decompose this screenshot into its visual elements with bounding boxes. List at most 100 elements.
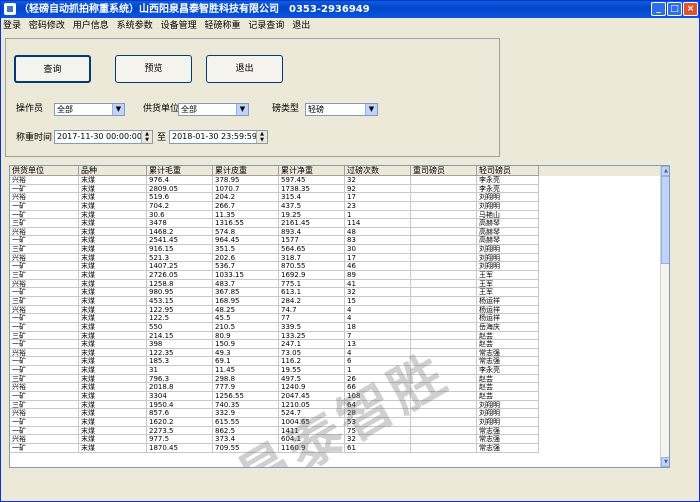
table-row[interactable]: 兴裕 末煤 521.3 202.6 318.7 17 刘翔明 <box>10 253 660 263</box>
cell-tare: 964.45 <box>213 236 279 246</box>
table-row[interactable]: 三矿 末煤 916.15 351.5 564.65 30 刘翔明 <box>10 245 660 254</box>
cell-tare: 483.7 <box>213 279 279 289</box>
menu-password[interactable]: 密码修改 <box>29 19 65 33</box>
table-row[interactable]: 一矿 末煤 2541.45 964.45 1577 83 高赫琴 <box>10 236 660 246</box>
query-button[interactable]: 查询 <box>14 55 91 83</box>
cell-count: 18 <box>345 322 411 332</box>
cell-variety: 末煤 <box>79 392 147 401</box>
menu-record-query[interactable]: 记录查询 <box>248 19 284 33</box>
time-from-picker[interactable]: 2017-11-30 00:00:00 ▲ ▼ <box>54 130 153 144</box>
scale-type-select[interactable]: 轻磅 ▼ <box>305 103 378 116</box>
scroll-thumb[interactable] <box>661 176 669 264</box>
table-row[interactable]: 一矿 末煤 2809.05 1070.7 1738.35 92 李永亮 <box>10 184 660 194</box>
preview-button[interactable]: 预览 <box>115 55 192 83</box>
table-row[interactable]: 三矿 末煤 453.15 168.95 284.2 15 杨运祥 <box>10 296 660 306</box>
cell-variety: 末煤 <box>79 193 147 202</box>
table-row[interactable]: 三矿 末煤 2726.05 1033.15 1692.9 89 王军 <box>10 271 660 280</box>
cell-gross: 2809.05 <box>147 184 213 194</box>
cell-light-operator: 高赫琴 <box>477 219 539 228</box>
results-grid[interactable]: 供货单位 品种 累计毛重 累计皮重 累计净重 过磅次数 重司磅员 轻司磅员 兴裕… <box>9 165 670 468</box>
table-row[interactable]: 一矿 末煤 122.5 45.5 77 4 杨运祥 <box>10 314 660 323</box>
col-header-supplier[interactable]: 供货单位 <box>10 166 79 176</box>
scroll-up-icon[interactable]: ▲ <box>661 166 669 176</box>
time-to-picker[interactable]: 2018-01-30 23:59:59 ▲ ▼ <box>169 130 268 144</box>
menu-login[interactable]: 登录 <box>3 19 21 33</box>
cell-variety: 末煤 <box>79 305 147 315</box>
cell-light-operator: 李永亮 <box>477 184 539 194</box>
cell-supplier: 一矿 <box>10 262 79 272</box>
scroll-down-icon[interactable]: ▼ <box>661 457 669 467</box>
exit-button[interactable]: 退出 <box>206 55 283 83</box>
maximize-button[interactable]: □ <box>667 2 682 16</box>
chevron-down-icon[interactable]: ▼ <box>112 104 124 115</box>
table-row[interactable]: 兴裕 末煤 122.95 48.25 74.7 4 杨运祥 <box>10 305 660 315</box>
table-row[interactable]: 一矿 末煤 550 210.5 339.5 18 岳海庆 <box>10 322 660 332</box>
menu-device-mgmt[interactable]: 设备管理 <box>161 19 197 33</box>
spin-updown-icon[interactable]: ▲ ▼ <box>141 131 152 143</box>
cell-variety: 末煤 <box>79 366 147 375</box>
cell-supplier: 一矿 <box>10 443 79 453</box>
table-row[interactable]: 兴裕 末煤 519.6 204.2 315.4 17 刘翔明 <box>10 193 660 202</box>
col-header-tare[interactable]: 累计皮重 <box>213 166 279 176</box>
table-row[interactable]: 兴裕 末煤 976.4 378.95 597.45 32 李永亮 <box>10 176 660 185</box>
table-row[interactable]: 三矿 末煤 3478 1316.55 2161.45 114 高赫琴 <box>10 219 660 228</box>
operator-select[interactable]: 全部 ▼ <box>54 103 125 116</box>
col-header-net[interactable]: 累计净重 <box>279 166 345 176</box>
table-row[interactable]: 兴裕 末煤 1468.2 574.8 893.4 48 高赫琴 <box>10 227 660 237</box>
table-row[interactable]: 一矿 末煤 30.6 11.35 19.25 1 马艳山 <box>10 210 660 220</box>
chevron-down-icon[interactable]: ▼ <box>236 104 248 115</box>
table-row[interactable]: 一矿 末煤 1407.25 536.7 870.55 46 刘翔明 <box>10 262 660 272</box>
supplier-select[interactable]: 全部 ▼ <box>178 103 249 116</box>
cell-supplier: 三矿 <box>10 296 79 306</box>
cell-light-operator: 马艳山 <box>477 210 539 220</box>
col-header-count[interactable]: 过磅次数 <box>345 166 411 176</box>
cell-supplier: 三矿 <box>10 400 79 410</box>
chevron-down-icon[interactable]: ▼ <box>365 104 377 115</box>
cell-supplier: 三矿 <box>10 331 79 341</box>
col-header-variety[interactable]: 品种 <box>79 166 147 176</box>
cell-tare: 266.7 <box>213 201 279 211</box>
cell-variety: 末煤 <box>79 435 147 444</box>
col-header-gross[interactable]: 累计毛重 <box>147 166 213 176</box>
cell-heavy-operator <box>411 219 477 228</box>
table-row[interactable]: 一矿 末煤 31 11.45 19.55 1 李永亮 <box>10 366 660 375</box>
cell-gross: 3478 <box>147 219 213 228</box>
table-row[interactable]: 一矿 末煤 398 150.9 247.1 13 赵芸 <box>10 340 660 349</box>
table-row[interactable]: 兴裕 末煤 122.35 49.3 73.05 4 常志强 <box>10 348 660 358</box>
close-button[interactable]: × <box>683 2 698 16</box>
cell-variety: 末煤 <box>79 443 147 453</box>
cell-tare: 80.9 <box>213 331 279 341</box>
cell-variety: 末煤 <box>79 348 147 358</box>
cell-count: 30 <box>345 245 411 254</box>
cell-net: 437.5 <box>279 201 345 211</box>
table-row[interactable]: 一矿 末煤 980.95 367.85 613.1 32 王军 <box>10 288 660 297</box>
table-row[interactable]: 兴裕 末煤 1258.8 483.7 775.1 41 王军 <box>10 279 660 289</box>
menu-light-weighing[interactable]: 轻磅称重 <box>204 19 240 33</box>
cell-net: 318.7 <box>279 253 345 263</box>
cell-variety: 末煤 <box>79 201 147 211</box>
cell-net: 870.55 <box>279 262 345 272</box>
menu-system-params[interactable]: 系统参数 <box>117 19 153 33</box>
menu-exit[interactable]: 退出 <box>292 19 310 33</box>
menu-user-info[interactable]: 用户信息 <box>73 19 109 33</box>
table-row[interactable]: 一矿 末煤 185.3 69.1 116.2 6 常志强 <box>10 357 660 367</box>
cell-tare: 536.7 <box>213 262 279 272</box>
table-row[interactable]: 一矿 末煤 704.2 266.7 437.5 23 刘翔明 <box>10 201 660 211</box>
col-header-heavy-operator[interactable]: 重司磅员 <box>411 166 477 176</box>
title-bar[interactable]: （轻磅自动抓拍称重系统）山西阳泉昌泰智胜科技有限公司 0353-2936949 … <box>1 1 699 18</box>
cell-heavy-operator <box>411 296 477 306</box>
minimize-button[interactable]: _ <box>651 2 666 16</box>
cell-light-operator: 刘翔明 <box>477 400 539 410</box>
cell-count: 15 <box>345 296 411 306</box>
vertical-scrollbar[interactable]: ▲ ▼ <box>660 166 669 467</box>
cell-supplier: 兴裕 <box>10 279 79 289</box>
cell-count: 92 <box>345 184 411 194</box>
cell-variety: 末煤 <box>79 236 147 246</box>
cell-net: 339.5 <box>279 322 345 332</box>
spin-updown-icon[interactable]: ▲ ▼ <box>256 131 267 143</box>
main-window: （轻磅自动抓拍称重系统）山西阳泉昌泰智胜科技有限公司 0353-2936949 … <box>0 0 700 502</box>
col-header-light-operator[interactable]: 轻司磅员 <box>477 166 539 176</box>
cell-variety: 末煤 <box>79 288 147 297</box>
cell-net: 315.4 <box>279 193 345 202</box>
table-row[interactable]: 三矿 末煤 214.15 80.9 133.25 7 赵芸 <box>10 331 660 341</box>
